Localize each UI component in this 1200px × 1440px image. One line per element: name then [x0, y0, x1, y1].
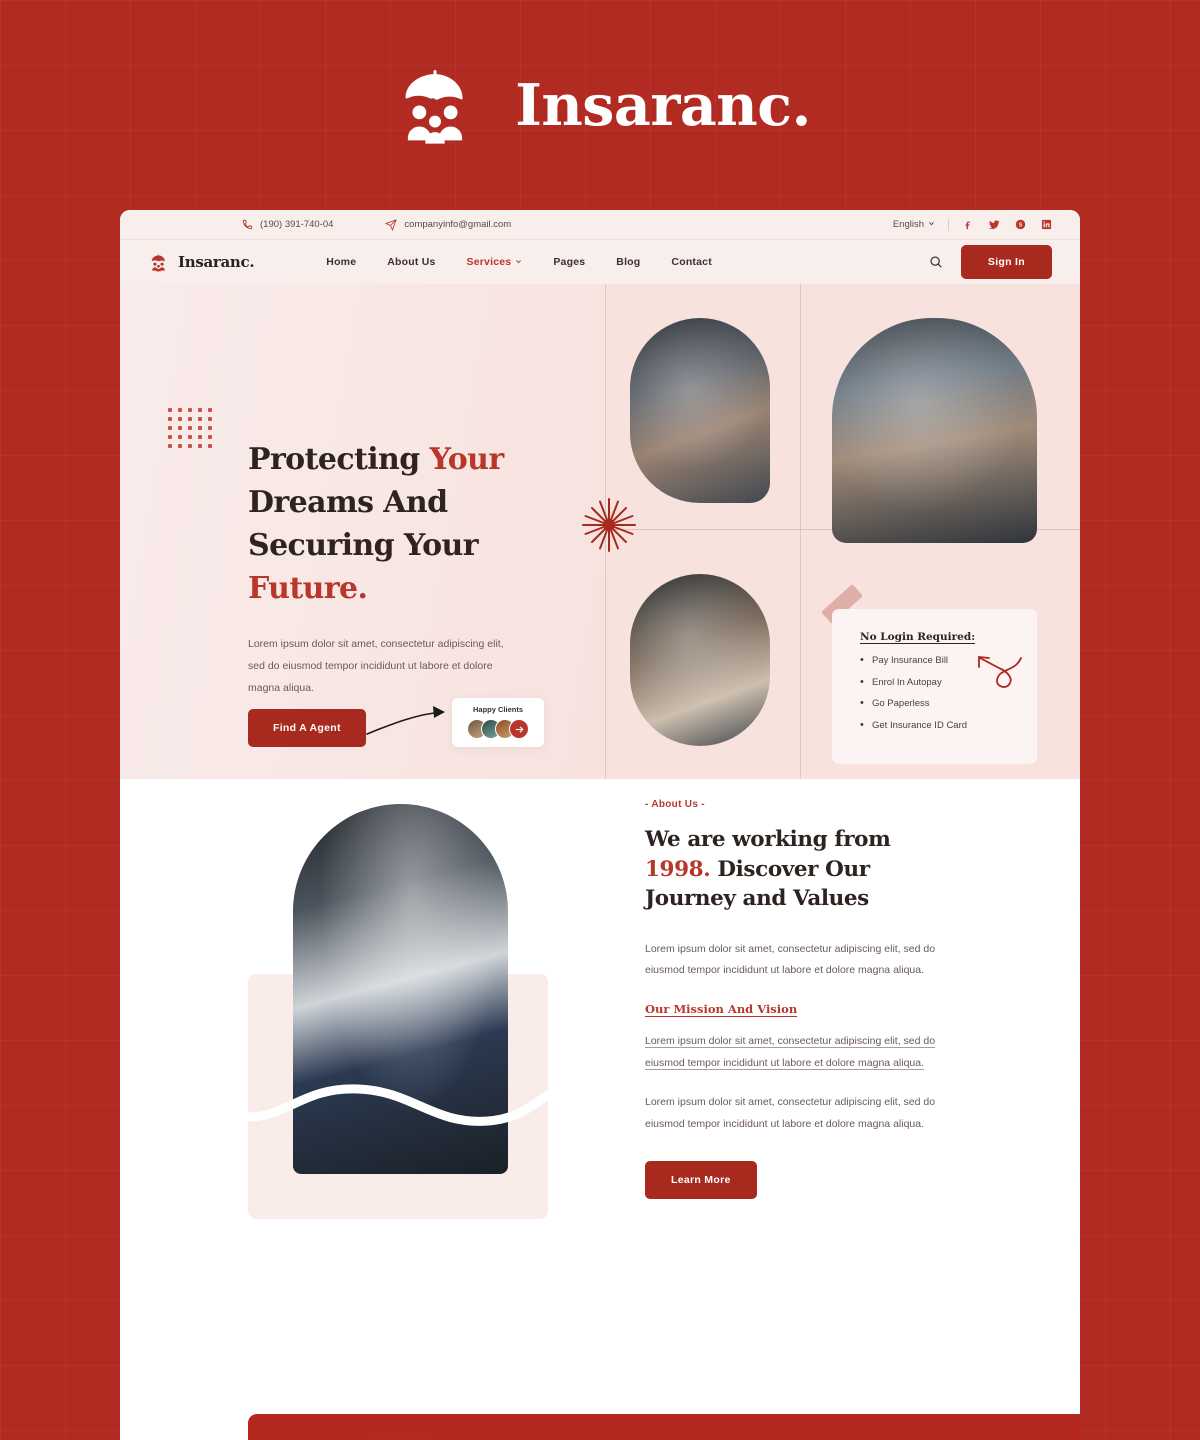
- nav-item-pages[interactable]: Pages: [553, 256, 585, 268]
- hero-title-highlight-1: Your: [429, 442, 504, 477]
- umbrella-family-icon: [389, 59, 481, 151]
- happy-clients-label: Happy Clients: [472, 705, 523, 714]
- search-icon[interactable]: [929, 255, 943, 269]
- happy-clients-card[interactable]: Happy Clients: [452, 698, 544, 747]
- chevron-down-icon: [515, 256, 522, 268]
- topbar-phone-label: (190) 391-740-04: [260, 219, 334, 230]
- topbar-divider: [948, 218, 949, 231]
- nav-item-home-label: Home: [326, 256, 357, 268]
- nav-item-home[interactable]: Home: [326, 256, 356, 268]
- sign-in-button[interactable]: Sign In: [960, 245, 1052, 279]
- nav-item-pages-label: Pages: [553, 256, 586, 268]
- find-agent-button[interactable]: Find A Agent: [248, 709, 366, 747]
- curved-arrow-icon: [365, 704, 457, 743]
- dot-grid-icon: [168, 408, 213, 448]
- about-paragraph-1: Lorem ipsum dolor sit amet, consectetur …: [645, 942, 936, 977]
- topbar-email-label: companyinfo@gmail.com: [404, 219, 512, 230]
- nav-item-services[interactable]: Services: [467, 256, 523, 268]
- list-item[interactable]: Get Insurance ID Card: [860, 720, 1017, 730]
- topbar-phone[interactable]: (190) 391-740-04: [242, 219, 333, 230]
- about-eyebrow: - About Us -: [645, 799, 705, 810]
- nav-item-about-us[interactable]: About Us: [387, 256, 435, 268]
- nav-item-services-label: Services: [466, 256, 512, 268]
- nav-item-contact[interactable]: Contact: [671, 256, 711, 268]
- main-navbar: Insaranc. Home About Us Services Pages B…: [120, 239, 1080, 284]
- nav-brand[interactable]: Insaranc.: [148, 252, 255, 273]
- hero-title-highlight-2: Future.: [248, 570, 368, 606]
- phone-icon: [242, 219, 253, 230]
- social-links: S: [962, 219, 1052, 231]
- about-body: - About Us - We are working from 1998. D…: [645, 799, 957, 1200]
- about-section: - About Us - We are working from 1998. D…: [120, 779, 1080, 1304]
- hand-drawn-arrow-icon: [975, 652, 1023, 702]
- client-avatars: [452, 719, 544, 739]
- hero-title-part-2: Dreams And: [248, 484, 448, 520]
- about-paragraph-2: Lorem ipsum dolor sit amet, consectetur …: [645, 1035, 936, 1069]
- get-a-quote-card: - Get A Quote - Start an insurance quote: [248, 1414, 1080, 1440]
- about-media: [243, 804, 553, 1219]
- nav-links: Home About Us Services Pages Blog Contac…: [326, 256, 712, 268]
- photo-couple-with-car: [832, 318, 1037, 543]
- about-heading: We are working from 1998. Discover Our J…: [645, 825, 957, 914]
- photo-man-in-car: [630, 318, 770, 503]
- mission-vision-link[interactable]: Our Mission And Vision: [645, 1002, 797, 1016]
- wave-divider-icon: [243, 1069, 553, 1129]
- no-login-heading: No Login Required:: [860, 631, 976, 643]
- about-paragraph-3: Lorem ipsum dolor sit amet, consectetur …: [645, 1096, 936, 1130]
- about-heading-part-1: We are working from: [645, 827, 891, 852]
- hero-title-part-1: Protecting: [248, 442, 430, 477]
- quote-section: - Get A Quote - Start an insurance quote: [120, 1304, 1080, 1440]
- topbar-email[interactable]: companyinfo@gmail.com: [385, 218, 512, 231]
- website-preview-frame: (190) 391-740-04 companyinfo@gmail.com E…: [120, 210, 1080, 1440]
- language-selector[interactable]: English: [893, 219, 935, 230]
- sunburst-icon: [580, 496, 638, 554]
- nav-item-about-us-label: About Us: [387, 256, 436, 268]
- about-heading-year: 1998.: [645, 856, 711, 882]
- photo-family-with-child: [630, 574, 770, 746]
- brand-title: Insaranc.: [515, 71, 811, 139]
- nav-brand-label: Insaranc.: [178, 253, 255, 271]
- hero-divider-vertical-2: [800, 284, 801, 779]
- hero-title: Protecting Your Dreams And Securing Your…: [248, 439, 548, 611]
- arrow-right-icon[interactable]: [509, 719, 529, 739]
- learn-more-button[interactable]: Learn More: [645, 1161, 757, 1200]
- hero-description: Lorem ipsum dolor sit amet, consectetur …: [248, 638, 504, 695]
- nav-item-contact-label: Contact: [671, 256, 712, 268]
- twitter-icon[interactable]: [988, 219, 1000, 231]
- umbrella-family-icon: [148, 252, 169, 273]
- skype-icon[interactable]: S: [1015, 219, 1026, 230]
- hero-title-part-3: Securing Your: [248, 527, 479, 563]
- nav-item-blog[interactable]: Blog: [616, 256, 640, 268]
- topbar-right: English S: [893, 218, 1052, 231]
- chevron-down-icon: [928, 219, 935, 230]
- language-label: English: [892, 219, 924, 230]
- facebook-icon[interactable]: [962, 219, 973, 230]
- topbar: (190) 391-740-04 companyinfo@gmail.com E…: [120, 210, 1080, 239]
- brand-header: Insaranc.: [0, 0, 1200, 210]
- linkedin-icon[interactable]: [1041, 219, 1052, 230]
- nav-right: Sign In: [929, 245, 1052, 279]
- nav-item-blog-label: Blog: [616, 256, 641, 268]
- paper-plane-icon: [385, 218, 398, 231]
- hero-section: Protecting Your Dreams And Securing Your…: [120, 284, 1080, 779]
